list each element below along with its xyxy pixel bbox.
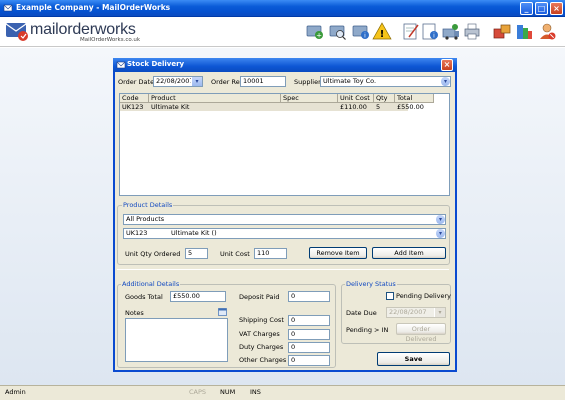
notes-label: Notes xyxy=(125,309,144,317)
print-icon[interactable] xyxy=(462,21,482,41)
find-icon[interactable] xyxy=(327,21,347,41)
calendar-dropdown-icon[interactable]: ▾ xyxy=(191,77,202,86)
additional-details-label: Additional Details xyxy=(121,280,181,288)
category-select[interactable]: All Products ▾ xyxy=(123,214,446,225)
supplier-select[interactable]: Ultimate Toy Co. ▾ xyxy=(320,76,451,87)
divider xyxy=(117,269,449,270)
notes-textarea[interactable] xyxy=(125,318,228,362)
other-charges-label: Other Charges xyxy=(239,356,287,364)
row-qty: 5 xyxy=(376,103,381,111)
unit-qty-label: Unit Qty Ordered xyxy=(125,250,181,258)
other-charges-input[interactable]: 0 xyxy=(288,355,330,366)
status-num: NUM xyxy=(220,388,236,396)
shipping-cost-label: Shipping Cost xyxy=(239,316,284,324)
maximize-button[interactable]: □ xyxy=(535,2,548,15)
notes-icon[interactable] xyxy=(400,21,420,41)
goods-total-input[interactable]: £550.00 xyxy=(170,291,226,302)
date-due-label: Date Due xyxy=(346,309,377,317)
minimize-button[interactable]: _ xyxy=(520,2,533,15)
users-icon[interactable] xyxy=(537,21,557,41)
duty-charges-label: Duty Charges xyxy=(239,343,284,351)
remove-item-button[interactable]: Remove Item xyxy=(309,247,367,259)
supplier-value: Ultimate Toy Co. xyxy=(323,77,377,85)
pending-in-label: Pending > IN xyxy=(346,326,389,334)
calendar-dropdown-icon[interactable]: ▾ xyxy=(434,308,445,317)
status-ins: INS xyxy=(250,388,261,396)
column-header-spec[interactable]: Spec xyxy=(281,94,338,103)
row-product: Ultimate Kit xyxy=(151,103,190,111)
dialog-title: Stock Delivery xyxy=(127,60,185,68)
report-icon[interactable]: i xyxy=(420,21,440,41)
duty-charges-input[interactable]: 0 xyxy=(288,342,330,353)
status-user: Admin xyxy=(5,388,26,396)
deposit-paid-label: Deposit Paid xyxy=(239,293,280,301)
unit-cost-label: Unit Cost xyxy=(220,250,250,258)
column-header-product[interactable]: Product xyxy=(149,94,281,103)
shipping-cost-input[interactable]: 0 xyxy=(288,315,330,326)
product-select[interactable]: UK123 Ultimate Kit () ▾ xyxy=(123,228,446,239)
product-code-value: UK123 xyxy=(126,229,148,237)
date-due-field[interactable]: 22/08/2007 ▾ xyxy=(386,307,446,318)
status-caps: CAPS xyxy=(189,388,207,396)
unit-cost-input[interactable]: 110 xyxy=(254,248,287,259)
order-ref-label: Order Ref xyxy=(211,78,243,86)
delivery-status-label: Delivery Status xyxy=(345,280,397,288)
logo-subtitle: MailOrderWorks.co.uk xyxy=(80,37,141,43)
order-date-label: Order Date xyxy=(118,78,155,86)
add-item-button[interactable]: Add Item xyxy=(372,247,446,259)
column-header-total[interactable]: Total xyxy=(395,94,434,103)
product-name-value: Ultimate Kit () xyxy=(171,229,217,237)
close-window-button[interactable]: × xyxy=(550,2,563,15)
window-title: Example Company - MailOrderWorks xyxy=(16,3,171,12)
logo-envelope-icon xyxy=(5,23,28,41)
tools-icon[interactable] xyxy=(514,21,534,41)
order-delivered-button[interactable]: Order Delivered xyxy=(396,323,446,343)
order-date-value: 22/08/2007 xyxy=(156,77,194,85)
row-unit-cost: £110.00 xyxy=(340,103,367,111)
warning-icon[interactable]: ! xyxy=(372,21,392,41)
svg-text:+: + xyxy=(316,32,322,40)
chevron-down-icon[interactable]: ▾ xyxy=(435,229,445,238)
column-header-unit-cost[interactable]: Unit Cost xyxy=(338,94,374,103)
dialog-close-button[interactable]: × xyxy=(441,59,453,71)
save-button[interactable]: Save xyxy=(377,352,450,366)
column-header-qty[interactable]: Qty xyxy=(374,94,395,103)
svg-text:!: ! xyxy=(380,29,385,40)
unit-qty-input[interactable]: 5 xyxy=(185,248,208,259)
edit-order-icon[interactable]: i xyxy=(350,21,370,41)
supplier-label: Supplier xyxy=(294,78,321,86)
pending-delivery-label: Pending Delivery xyxy=(396,292,452,300)
category-value: All Products xyxy=(126,215,165,223)
notes-expand-icon[interactable] xyxy=(218,308,227,316)
order-ref-input[interactable]: 10001 xyxy=(240,76,286,87)
product-details-label: Product Details xyxy=(122,201,174,209)
status-bar xyxy=(0,385,565,400)
vat-charges-label: VAT Charges xyxy=(239,330,280,338)
row-total: £550.00 xyxy=(397,103,424,111)
pending-delivery-checkbox[interactable] xyxy=(386,292,394,300)
ship-icon[interactable] xyxy=(441,21,461,41)
chevron-down-icon[interactable]: ▾ xyxy=(435,215,445,224)
dialog-icon xyxy=(116,61,126,69)
deposit-paid-input[interactable]: 0 xyxy=(288,291,330,302)
add-order-icon[interactable]: + xyxy=(304,21,324,41)
window-titlebar: Example Company - MailOrderWorks _ □ × xyxy=(0,0,565,17)
row-code: UK123 xyxy=(122,103,144,111)
date-due-value: 22/08/2007 xyxy=(389,308,427,316)
order-date-field[interactable]: 22/08/2007 ▾ xyxy=(153,76,203,87)
vat-charges-input[interactable]: 0 xyxy=(288,329,330,340)
chevron-down-icon[interactable]: ▾ xyxy=(440,77,450,86)
stock-icon[interactable] xyxy=(492,21,512,41)
app-icon xyxy=(3,4,13,12)
dialog-titlebar: Stock Delivery xyxy=(113,58,457,72)
goods-total-label: Goods Total xyxy=(125,293,163,301)
column-header-code[interactable]: Code xyxy=(120,94,149,103)
